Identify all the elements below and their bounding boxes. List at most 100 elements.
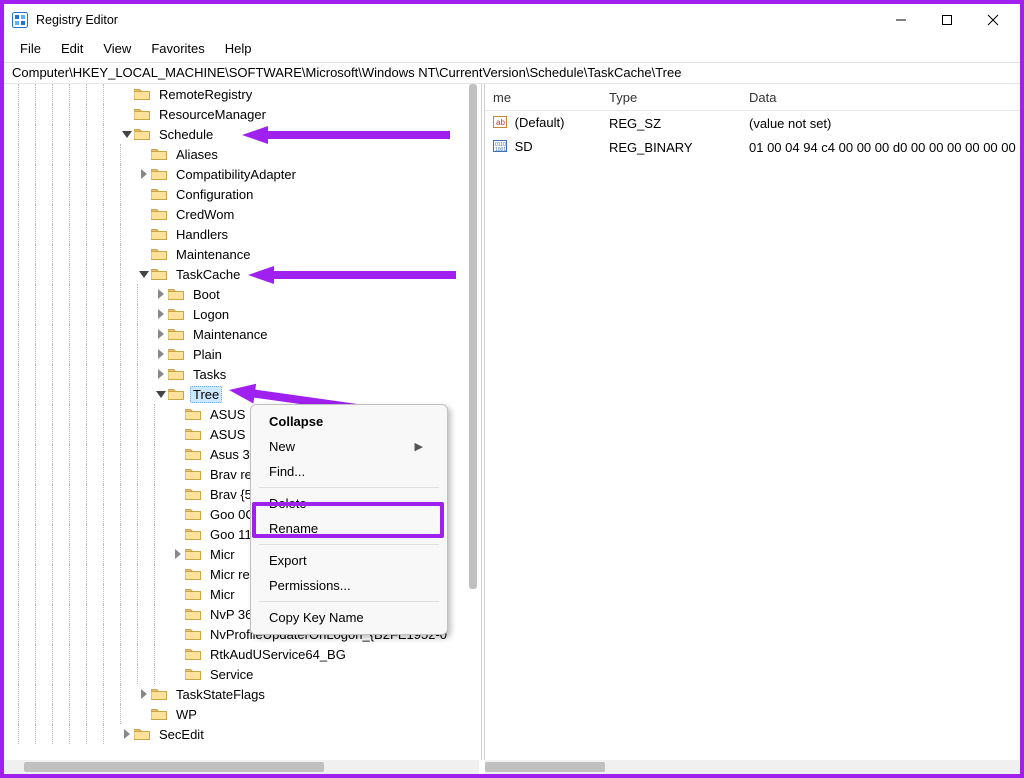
folder-icon bbox=[168, 366, 186, 382]
tree-item-label: Logon bbox=[190, 306, 232, 323]
right-h-scrollbar[interactable] bbox=[485, 760, 1020, 774]
col-header-type[interactable]: Type bbox=[605, 86, 745, 109]
chevron-right-icon[interactable] bbox=[154, 324, 168, 344]
tree-spacer bbox=[171, 504, 185, 524]
tree-item-label: Tree bbox=[190, 386, 222, 403]
context-menu-collapse[interactable]: Collapse bbox=[251, 409, 447, 434]
chevron-right-icon[interactable] bbox=[171, 544, 185, 564]
tree-item-label: ResourceManager bbox=[156, 106, 269, 123]
tree-item[interactable]: CompatibilityAdapter bbox=[4, 164, 479, 184]
chevron-down-icon[interactable] bbox=[120, 124, 134, 144]
menu-edit[interactable]: Edit bbox=[51, 38, 93, 59]
tree-item-label: SecEdit bbox=[156, 726, 207, 743]
tree-item[interactable]: WP bbox=[4, 704, 479, 724]
tree-item[interactable]: CredWom bbox=[4, 204, 479, 224]
left-h-scrollbar[interactable] bbox=[4, 760, 479, 774]
close-button[interactable] bbox=[970, 4, 1016, 36]
tree-item-label: WP bbox=[173, 706, 200, 723]
value-name: (Default) bbox=[515, 114, 565, 129]
chevron-right-icon[interactable] bbox=[154, 364, 168, 384]
tree-item[interactable]: TaskStateFlags bbox=[4, 684, 479, 704]
tree-item[interactable]: ResourceManager bbox=[4, 104, 479, 124]
tree-item[interactable]: Logon bbox=[4, 304, 479, 324]
minimize-button[interactable] bbox=[878, 4, 924, 36]
tree-item-label: Maintenance bbox=[173, 246, 253, 263]
tree-item[interactable]: SecEdit bbox=[4, 724, 479, 744]
tree-item[interactable]: RtkAudUService64_BG bbox=[4, 644, 479, 664]
tree-spacer bbox=[120, 84, 134, 104]
chevron-down-icon[interactable] bbox=[154, 384, 168, 404]
tree-spacer bbox=[171, 564, 185, 584]
menu-help[interactable]: Help bbox=[215, 38, 262, 59]
tree-item[interactable]: Boot bbox=[4, 284, 479, 304]
folder-icon bbox=[168, 306, 186, 322]
tree-item-label: CredWom bbox=[173, 206, 237, 223]
menu-favorites[interactable]: Favorites bbox=[141, 38, 214, 59]
tree-item[interactable]: Handlers bbox=[4, 224, 479, 244]
menu-view[interactable]: View bbox=[93, 38, 141, 59]
tree-spacer bbox=[171, 644, 185, 664]
tree-item-label: Micr bbox=[207, 546, 238, 563]
tree-item[interactable]: TaskCache bbox=[4, 264, 479, 284]
left-scrollbar[interactable] bbox=[463, 84, 479, 760]
tree-item-label: ASUS bbox=[207, 406, 248, 423]
tree-spacer bbox=[120, 104, 134, 124]
folder-icon bbox=[151, 206, 169, 222]
chevron-right-icon[interactable] bbox=[120, 724, 134, 744]
context-menu-new[interactable]: New▶ bbox=[251, 434, 447, 459]
tree-item[interactable]: Plain bbox=[4, 344, 479, 364]
context-menu-delete[interactable]: Delete bbox=[251, 491, 447, 516]
tree-item[interactable]: Configuration bbox=[4, 184, 479, 204]
tree-item-label: Service bbox=[207, 666, 256, 683]
tree-item-label: Plain bbox=[190, 346, 225, 363]
context-menu-find[interactable]: Find... bbox=[251, 459, 447, 484]
tree-item[interactable]: Service bbox=[4, 664, 479, 684]
tree-spacer bbox=[171, 484, 185, 504]
tree-spacer bbox=[171, 524, 185, 544]
address-bar[interactable]: Computer\HKEY_LOCAL_MACHINE\SOFTWARE\Mic… bbox=[4, 62, 1020, 84]
chevron-right-icon[interactable] bbox=[154, 304, 168, 324]
tree-item-label: Aliases bbox=[173, 146, 221, 163]
chevron-right-icon[interactable] bbox=[154, 284, 168, 304]
folder-icon bbox=[185, 566, 203, 582]
context-menu-export[interactable]: Export bbox=[251, 548, 447, 573]
tree-item-label: Tasks bbox=[190, 366, 229, 383]
chevron-down-icon[interactable] bbox=[137, 264, 151, 284]
chevron-right-icon[interactable] bbox=[137, 684, 151, 704]
tree-item[interactable]: Tree bbox=[4, 384, 479, 404]
tree-spacer bbox=[137, 704, 151, 724]
values-header[interactable]: me Type Data bbox=[485, 84, 1020, 111]
folder-icon bbox=[185, 606, 203, 622]
menu-file[interactable]: File bbox=[10, 38, 51, 59]
chevron-right-icon[interactable] bbox=[137, 164, 151, 184]
col-header-data[interactable]: Data bbox=[745, 86, 1020, 109]
tree-item[interactable]: RemoteRegistry bbox=[4, 84, 479, 104]
chevron-right-icon[interactable] bbox=[154, 344, 168, 364]
folder-icon bbox=[134, 86, 152, 102]
tree-item[interactable]: Maintenance bbox=[4, 244, 479, 264]
tree-spacer bbox=[171, 584, 185, 604]
col-header-name[interactable]: me bbox=[485, 86, 605, 109]
tree-item-label: RtkAudUService64_BG bbox=[207, 646, 349, 663]
folder-icon bbox=[185, 446, 203, 462]
context-menu-rename[interactable]: Rename bbox=[251, 516, 447, 541]
folder-icon bbox=[151, 186, 169, 202]
tree-item[interactable]: Aliases bbox=[4, 144, 479, 164]
tree-item[interactable]: Schedule bbox=[4, 124, 479, 144]
tree-item[interactable]: Maintenance bbox=[4, 324, 479, 344]
reg-string-icon bbox=[493, 114, 507, 133]
tree-item-label: TaskCache bbox=[173, 266, 243, 283]
tree-item[interactable]: Tasks bbox=[4, 364, 479, 384]
tree-item-label: Schedule bbox=[156, 126, 216, 143]
tree-spacer bbox=[137, 244, 151, 264]
tree-spacer bbox=[171, 424, 185, 444]
folder-icon bbox=[185, 486, 203, 502]
value-row[interactable]: SD REG_BINARY 01 00 04 94 c4 00 00 00 d0… bbox=[485, 135, 1020, 159]
context-menu-separator bbox=[259, 601, 439, 602]
folder-icon bbox=[151, 226, 169, 242]
value-row[interactable]: (Default) REG_SZ (value not set) bbox=[485, 111, 1020, 135]
context-menu-permissions[interactable]: Permissions... bbox=[251, 573, 447, 598]
context-menu-copy-key-name[interactable]: Copy Key Name bbox=[251, 605, 447, 630]
maximize-button[interactable] bbox=[924, 4, 970, 36]
folder-icon bbox=[134, 126, 152, 142]
